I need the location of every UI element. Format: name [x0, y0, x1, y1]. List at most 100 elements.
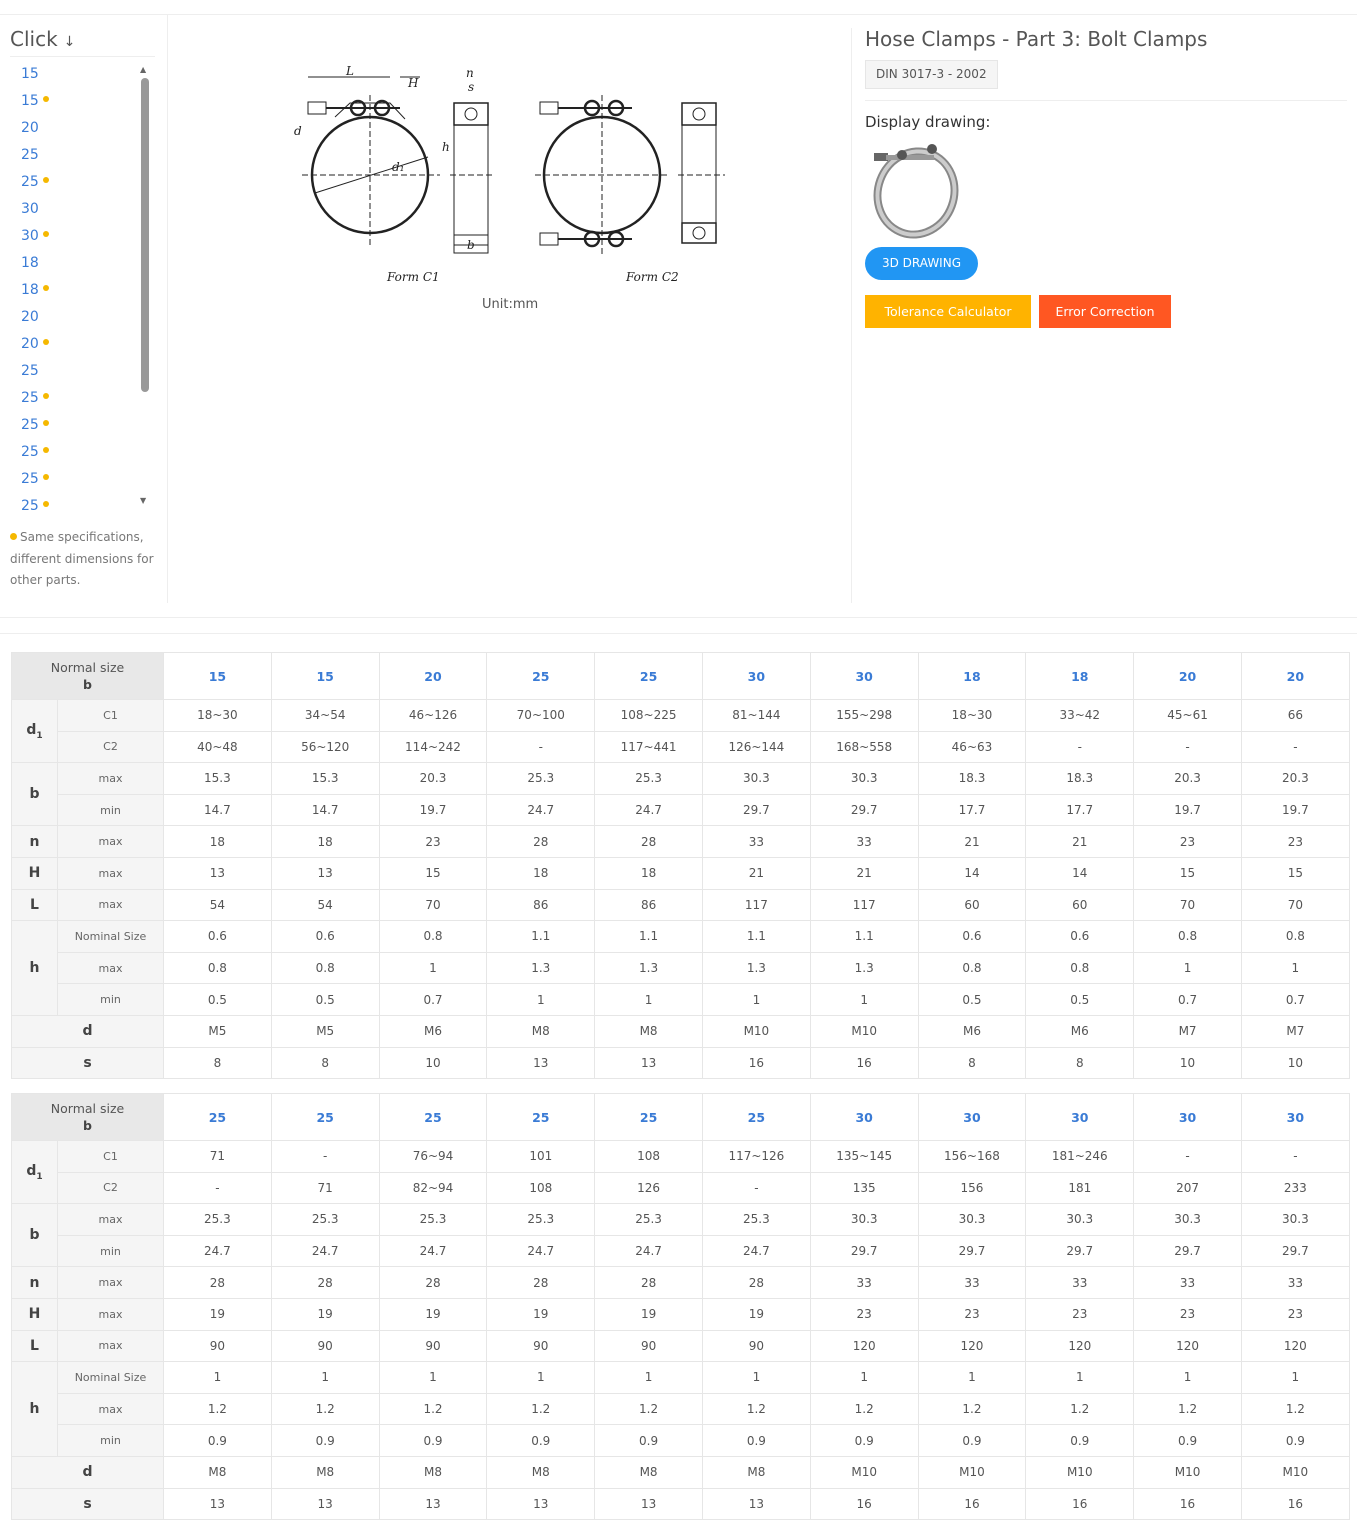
table-cell: 0.5	[163, 983, 272, 1016]
size-label: 20	[21, 336, 39, 352]
table-cell: 40~48	[163, 730, 272, 764]
tolerance-calculator-button[interactable]: Tolerance Calculator	[865, 295, 1031, 328]
size-column-header[interactable]: 25	[378, 1093, 488, 1141]
table-cell: 8	[917, 1046, 1027, 1080]
table-cell: 30.3	[1025, 1203, 1135, 1236]
table-row: d1 C1 71-76~94 101 108 117~126 135~145 156~168 1…	[11, 1139, 1350, 1205]
size-column-header[interactable]: 30	[809, 652, 919, 700]
error-correction-button[interactable]: Error Correction	[1039, 295, 1171, 328]
table-cell: 13	[270, 856, 380, 890]
param-label-L: L	[11, 1329, 58, 1363]
label-d: d	[294, 124, 302, 138]
size-list-item[interactable]: 25	[10, 442, 150, 469]
size-column-header[interactable]: 25	[594, 652, 703, 700]
table-cell: 0.5	[270, 983, 380, 1016]
table-cell: 108	[594, 1140, 703, 1173]
table-cell: 10	[1240, 1046, 1350, 1080]
size-list-item[interactable]: 25	[10, 415, 150, 442]
table-cell: 1.3	[486, 951, 596, 985]
table-cell: 29.7	[809, 1234, 919, 1268]
dot-icon	[42, 501, 49, 507]
size-column-header[interactable]: 25	[486, 1093, 596, 1141]
size-list-item[interactable]: 25	[10, 145, 150, 172]
table-cell: 18	[486, 856, 596, 890]
size-column-header[interactable]: 30	[701, 652, 811, 700]
table-cell: 101	[486, 1140, 596, 1173]
size-column-header[interactable]: 15	[163, 652, 272, 700]
size-column-header[interactable]: 18	[917, 652, 1027, 700]
size-list-item[interactable]: 18	[10, 280, 150, 307]
size-list-item[interactable]: 25	[10, 496, 150, 512]
table-cell: 0.8	[1133, 920, 1242, 953]
size-column-header[interactable]: 20	[1240, 652, 1350, 700]
table-row: max 1.2 1.2 1.2 1.2 1.2 1.2 1.2 1.2 1.2 1.2 1.2	[12, 1392, 1350, 1426]
size-column-header[interactable]: 25	[594, 1093, 703, 1141]
table-cell: 23	[1133, 825, 1242, 858]
sub-label-max: max	[57, 1203, 164, 1236]
table-cell: 70	[1240, 888, 1350, 922]
size-label: 25	[21, 471, 39, 487]
size-list-item[interactable]: 25	[10, 469, 150, 496]
table-cell: 28	[594, 825, 703, 858]
table-cell: 33	[1133, 1266, 1242, 1299]
table-cell: 23	[1240, 1297, 1350, 1331]
param-label-b: b	[11, 1203, 58, 1268]
size-list-item[interactable]: 30	[10, 199, 150, 226]
size-list-item[interactable]: 20	[10, 307, 150, 334]
scroll-up-icon[interactable]: ▲	[140, 65, 146, 74]
size-column-header[interactable]: 25	[701, 1093, 811, 1141]
table-cell: 18	[594, 856, 703, 890]
size-list-item[interactable]: 15	[10, 91, 150, 118]
size-column-header[interactable]: 25	[163, 1093, 272, 1141]
3d-drawing-button[interactable]: 3D DRAWING	[865, 247, 978, 280]
table-cell: 29.7	[809, 793, 919, 827]
size-list-item[interactable]: 20	[10, 334, 150, 361]
table-cell: 1.3	[809, 951, 919, 985]
size-list[interactable]: 15 15 20 25 25 30 30 18 18 20 20 25 25 25 25 25 25	[10, 64, 150, 512]
table-cell: 25.3	[270, 1203, 380, 1236]
scroll-down-icon[interactable]: ▼	[140, 496, 146, 505]
size-column-header[interactable]: 18	[1025, 652, 1135, 700]
size-list-item[interactable]: 25	[10, 388, 150, 415]
size-column-header[interactable]: 20	[1133, 652, 1242, 700]
table-row: min 24.7 24.7 24.7 24.7 24.7 24.7 29.7 29.7 29.7 2…	[12, 1234, 1350, 1268]
size-column-header[interactable]: 20	[378, 652, 488, 700]
table-cell: 21	[701, 856, 811, 890]
size-list-item[interactable]: 20	[10, 118, 150, 145]
size-column-header[interactable]: 30	[917, 1093, 1027, 1141]
size-list-item[interactable]: 15	[10, 64, 150, 91]
table-cell: 29.7	[1240, 1234, 1350, 1268]
size-column-header[interactable]: 15	[270, 652, 380, 700]
clamp-thumbnail[interactable]	[868, 141, 960, 239]
size-column-header[interactable]: 30	[1025, 1093, 1135, 1141]
table-row: b max 25.3 25.3 25.3 25.3 25.3 25.3 30.3 30.3 30.3…	[11, 1203, 1350, 1268]
size-list-item[interactable]: 18	[10, 253, 150, 280]
size-list-item[interactable]: 25	[10, 361, 150, 388]
table-cell: 24.7	[594, 1234, 703, 1268]
table-cell: 0.7	[378, 983, 488, 1016]
table-cell: 0.6	[163, 920, 272, 953]
table-cell: 0.9	[1133, 1424, 1242, 1457]
table-cell: -	[1240, 1140, 1350, 1173]
table-cell: 33	[809, 825, 919, 858]
size-label: 18	[21, 282, 39, 298]
size-list-item[interactable]: 25	[10, 172, 150, 199]
size-column-header[interactable]: 25	[486, 652, 596, 700]
table-cell: 54	[270, 888, 380, 922]
table-cell: 0.9	[163, 1424, 272, 1457]
table-cell: 1.1	[809, 920, 919, 953]
table-cell: 0.6	[270, 920, 380, 953]
size-column-header[interactable]: 30	[809, 1093, 919, 1141]
table-cell: 25.3	[163, 1203, 272, 1236]
size-column-header[interactable]: 25	[270, 1093, 380, 1141]
size-label: 25	[21, 363, 39, 379]
table-cell: 21	[917, 825, 1027, 858]
table-cell: 24.7	[270, 1234, 380, 1268]
size-column-header[interactable]: 30	[1240, 1093, 1350, 1141]
table-cell: -	[486, 730, 596, 764]
size-column-header[interactable]: 30	[1133, 1093, 1242, 1141]
size-list-item[interactable]: 30	[10, 226, 150, 253]
table-cell: 19.7	[1133, 793, 1242, 827]
scrollbar-thumb[interactable]	[141, 78, 149, 392]
table-cell: 33	[701, 825, 811, 858]
